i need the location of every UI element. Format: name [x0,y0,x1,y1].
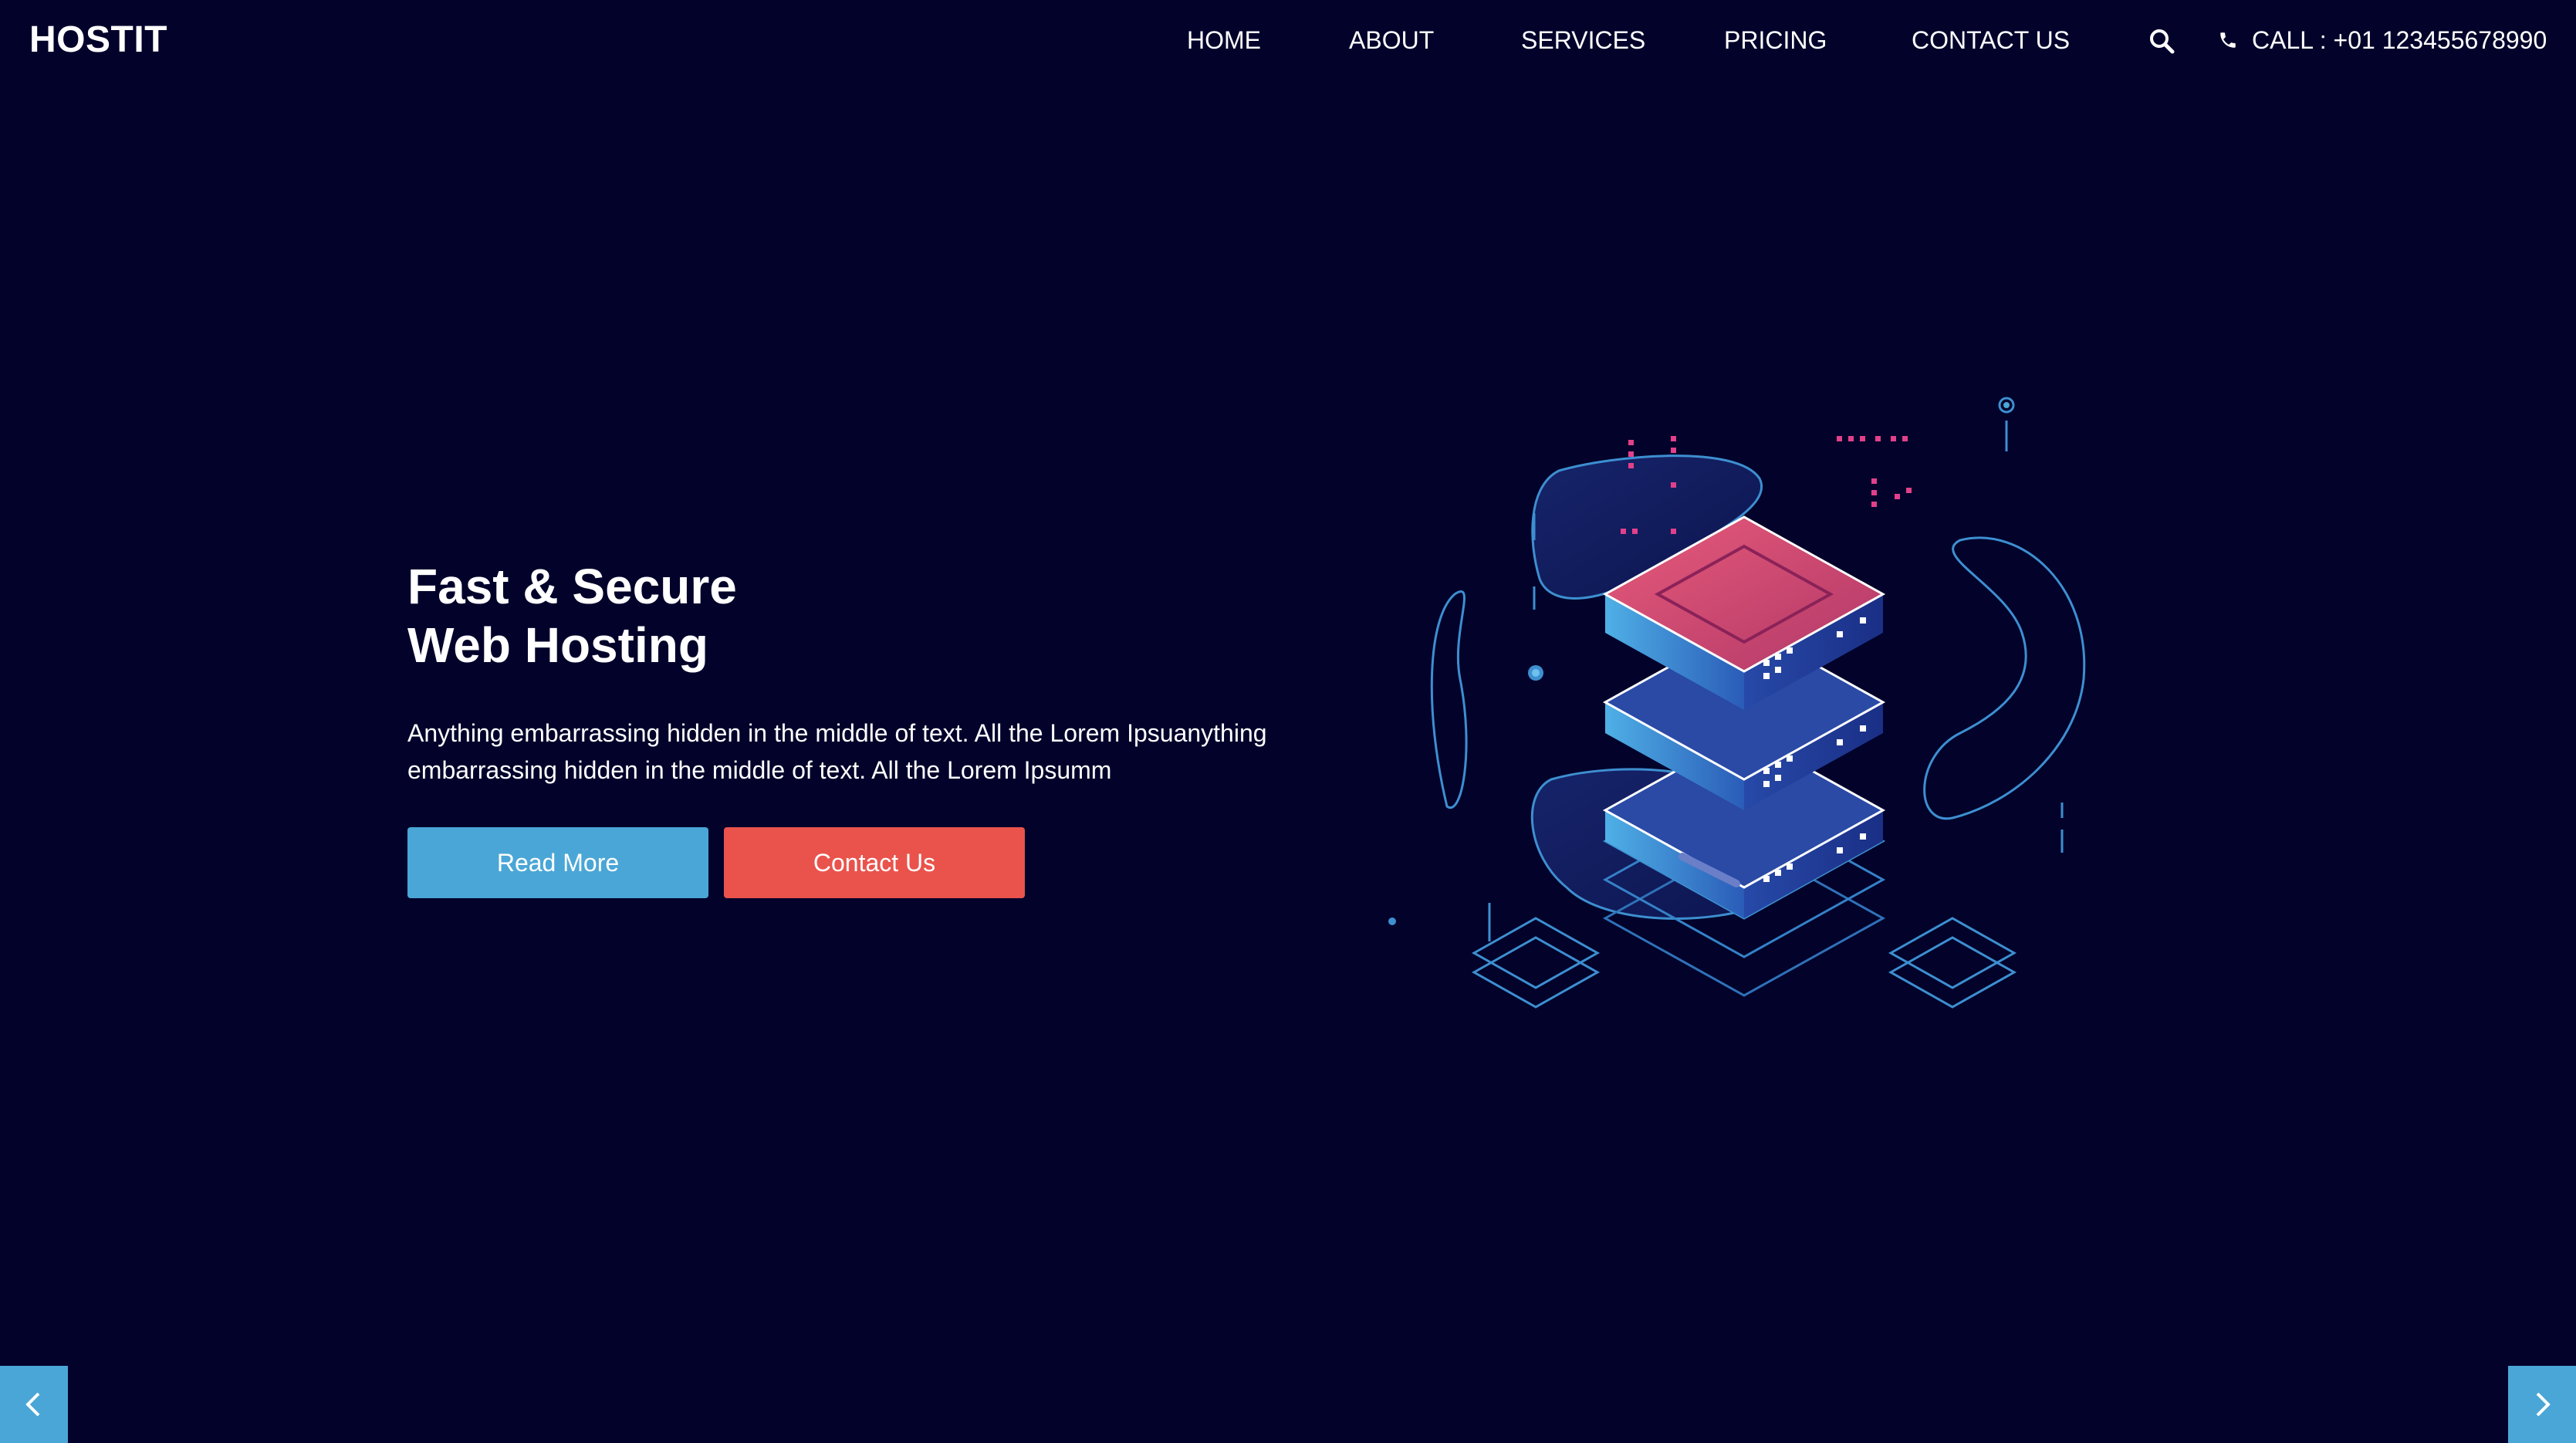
search-icon[interactable] [2148,28,2175,54]
hero-title-line1: Fast & Secure [407,559,737,614]
chevron-right-icon [2536,1392,2551,1417]
call-text[interactable]: CALL : +01 123455678990 [2252,26,2547,54]
contact-us-button[interactable]: Contact Us [724,827,1025,898]
read-more-button[interactable]: Read More [407,827,708,898]
hero-description: Anything embarrassing hidden in the midd… [407,719,1267,784]
main-nav: HOME ABOUT SERVICES PRICING CONTACT US [0,26,2576,57]
slider-prev-button[interactable] [0,1366,68,1443]
nav-home[interactable]: HOME [1187,26,1261,55]
phone-icon [2218,28,2238,48]
server-stack-illustration [1374,386,2115,1096]
hero-content: Fast & Secure Web Hosting Anything embar… [407,557,1334,898]
nav-pricing[interactable]: PRICING [1724,26,1827,55]
hero-title-line2: Web Hosting [407,617,708,673]
call-info: CALL : +01 123455678990 [2218,26,2547,55]
chevron-left-icon [25,1392,40,1417]
nav-contact-us[interactable]: CONTACT US [1912,26,2070,55]
header: HOSTIT HOME ABOUT SERVICES PRICING CONTA… [0,0,2576,83]
nav-services[interactable]: SERVICES [1521,26,1645,55]
hero-title: Fast & Secure Web Hosting [407,557,1334,674]
nav-about[interactable]: ABOUT [1349,26,1434,55]
slider-next-button[interactable] [2508,1366,2576,1443]
